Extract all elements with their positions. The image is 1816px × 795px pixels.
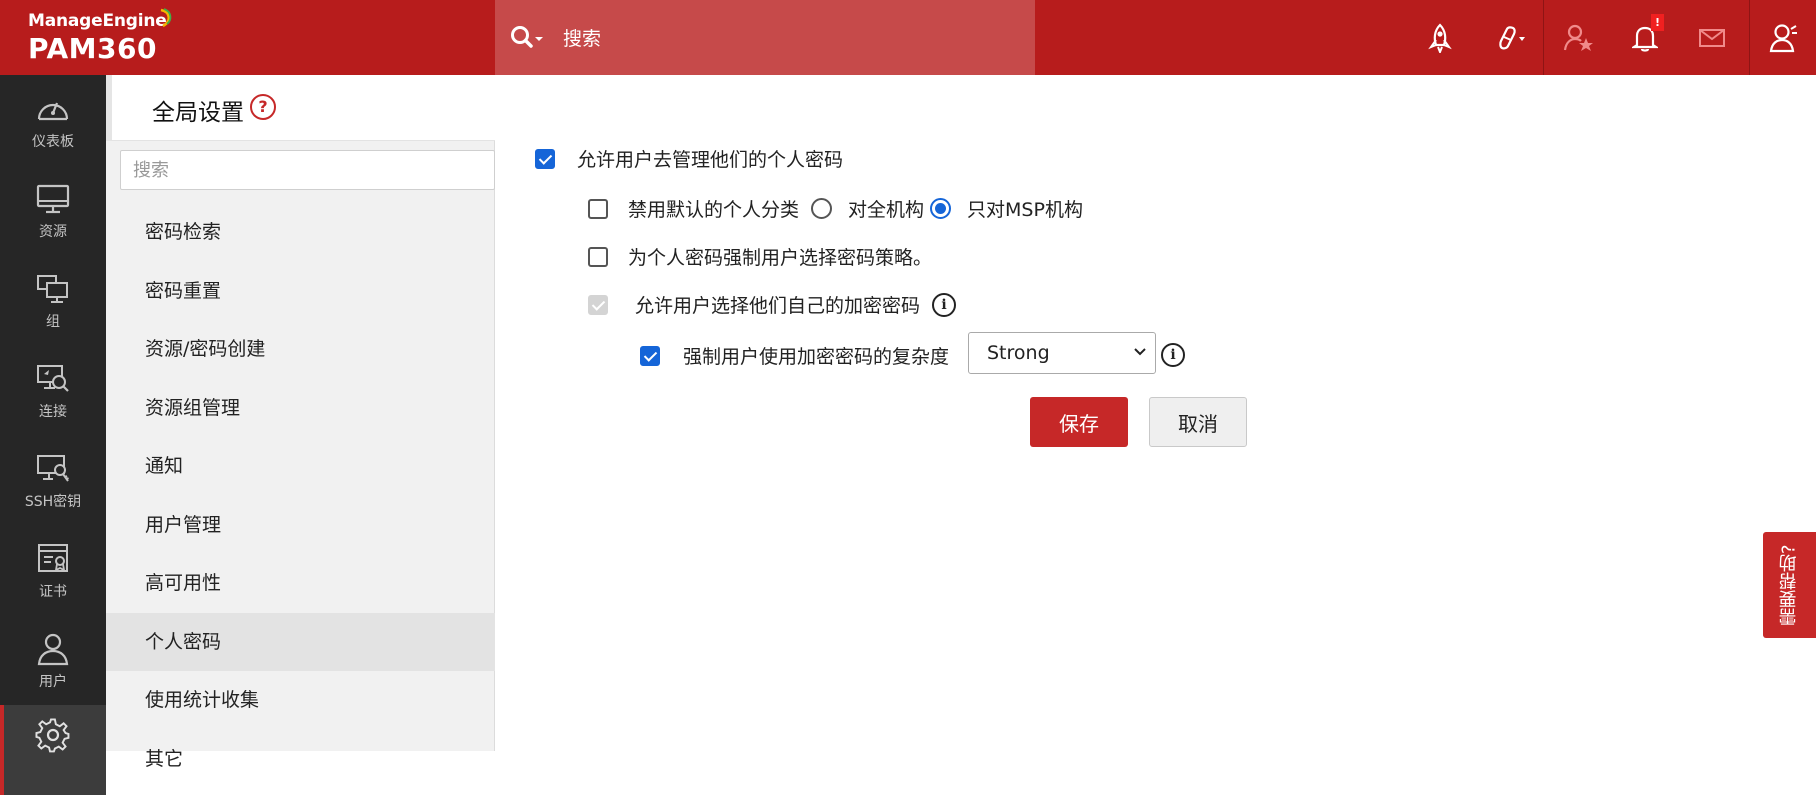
enforce-policy-label: 为个人密码强制用户选择密码策略。	[628, 247, 933, 269]
product-name: PAM360	[28, 32, 157, 65]
global-search[interactable]: 搜索	[495, 0, 1035, 75]
cancel-button[interactable]: 取消	[1149, 397, 1247, 447]
allow-own-key-row: 允许用户选择他们自己的加密密码 i	[588, 291, 957, 318]
top-bar: ManageEngine PAM360 搜索 !	[0, 0, 1816, 75]
page-title: 全局设置	[152, 100, 244, 126]
settings-header: 全局设置 ?	[106, 75, 495, 141]
nav-label: 连接	[39, 404, 67, 420]
info-icon[interactable]: i	[932, 292, 957, 317]
gear-icon	[35, 715, 71, 755]
user-icon	[35, 629, 71, 669]
settings-item-personal-passwords[interactable]: 个人密码	[106, 612, 495, 671]
search-icon[interactable]	[507, 18, 547, 58]
enforce-complexity-checkbox[interactable]	[640, 345, 660, 366]
group-icon	[35, 269, 71, 309]
allow-personal-row: 允许用户去管理他们的个人密码	[535, 145, 843, 172]
feedback-tab[interactable]: 需要帮助?	[1763, 532, 1816, 638]
radio-msp-orgs[interactable]	[930, 198, 952, 219]
certificate-icon	[35, 539, 71, 579]
nav-resources[interactable]: 资源	[0, 165, 106, 255]
mail-icon[interactable]	[1696, 0, 1728, 75]
settings-item-user-management[interactable]: 用户管理	[106, 496, 495, 555]
settings-item-password-retrieval[interactable]: 密码检索	[106, 203, 495, 262]
dashboard-icon	[35, 89, 71, 129]
disable-default-label: 禁用默认的个人分类	[628, 199, 800, 221]
disable-default-row: 禁用默认的个人分类 对全机构 只对MSP机构	[588, 195, 1083, 222]
nav-label: 资源	[39, 224, 67, 240]
info-icon[interactable]: i	[1161, 343, 1185, 367]
complexity-select-value: Strong	[987, 342, 1050, 364]
help-icon[interactable]: ?	[250, 94, 276, 120]
ssh-key-icon	[35, 449, 71, 489]
nav-certificates[interactable]: 证书	[0, 525, 106, 615]
radio-all-orgs[interactable]	[811, 198, 833, 219]
notification-badge: !	[1651, 14, 1664, 31]
connection-icon	[35, 359, 71, 399]
app-logo[interactable]: ManageEngine PAM360	[0, 0, 495, 75]
top-divider	[1543, 0, 1544, 75]
settings-sidebar: 全局设置 ? 密码检索 密码重置 资源/密码创建 资源组管理 通知 用户管理 高…	[106, 75, 495, 770]
complexity-select[interactable]: Strong	[968, 332, 1156, 374]
settings-item-notification[interactable]: 通知	[106, 437, 495, 496]
brand-name: ManageEngine	[28, 11, 167, 31]
rocket-icon[interactable]	[1420, 0, 1460, 75]
enforce-complexity-label: 强制用户使用加密密码的复杂度	[683, 346, 950, 368]
user-profile-icon[interactable]	[1764, 0, 1804, 75]
monitor-icon	[35, 179, 71, 219]
bell-icon[interactable]	[1628, 0, 1662, 75]
main-content: 允许用户去管理他们的个人密码 禁用默认的个人分类 对全机构 只对MSP机构 为个…	[495, 75, 1816, 751]
settings-search-input[interactable]	[120, 150, 495, 190]
settings-item-resource-creation[interactable]: 资源/密码创建	[106, 320, 495, 379]
allow-own-key-checkbox	[588, 294, 608, 315]
nav-label: 用户	[39, 674, 67, 690]
nav-ssh-keys[interactable]: SSH密钥	[0, 435, 106, 525]
nav-dashboard[interactable]: 仪表板	[0, 75, 106, 165]
link-menu-icon[interactable]	[1488, 0, 1532, 75]
top-divider	[1749, 0, 1750, 75]
enforce-complexity-row: 强制用户使用加密密码的复杂度	[640, 342, 949, 369]
user-favorite-icon[interactable]	[1558, 0, 1600, 75]
disable-default-checkbox[interactable]	[588, 198, 608, 219]
nav-label: 组	[46, 314, 60, 330]
nav-label: 证书	[39, 584, 67, 600]
nav-settings[interactable]	[0, 705, 106, 795]
save-button[interactable]: 保存	[1030, 397, 1128, 447]
radio-msp-orgs-label: 只对MSP机构	[967, 199, 1083, 221]
global-search-placeholder: 搜索	[563, 28, 602, 50]
nav-connections[interactable]: 连接	[0, 345, 106, 435]
nav-label: 仪表板	[32, 134, 74, 150]
nav-label: SSH密钥	[24, 494, 82, 510]
left-navigation: 仪表板 资源 组 连接 SSH密钥 证书 用户	[0, 75, 106, 795]
settings-item-usage-statistics[interactable]: 使用统计收集	[106, 671, 495, 730]
settings-menu: 密码检索 密码重置 资源/密码创建 资源组管理 通知 用户管理 高可用性 个人密…	[106, 203, 495, 788]
radio-all-orgs-label: 对全机构	[848, 199, 925, 221]
nav-groups[interactable]: 组	[0, 255, 106, 345]
settings-item-resource-group[interactable]: 资源组管理	[106, 379, 495, 438]
enforce-policy-checkbox[interactable]	[588, 246, 608, 267]
enforce-policy-row: 为个人密码强制用户选择密码策略。	[588, 243, 932, 270]
settings-item-password-reset[interactable]: 密码重置	[106, 262, 495, 321]
allow-own-key-label: 允许用户选择他们自己的加密密码	[635, 295, 921, 317]
logo-swoosh-icon	[160, 8, 172, 28]
settings-item-high-availability[interactable]: 高可用性	[106, 554, 495, 613]
nav-users[interactable]: 用户	[0, 615, 106, 705]
chevron-down-icon	[1134, 348, 1146, 356]
allow-personal-label: 允许用户去管理他们的个人密码	[577, 149, 844, 171]
allow-personal-checkbox[interactable]	[535, 148, 555, 169]
settings-item-others[interactable]: 其它	[106, 730, 495, 789]
